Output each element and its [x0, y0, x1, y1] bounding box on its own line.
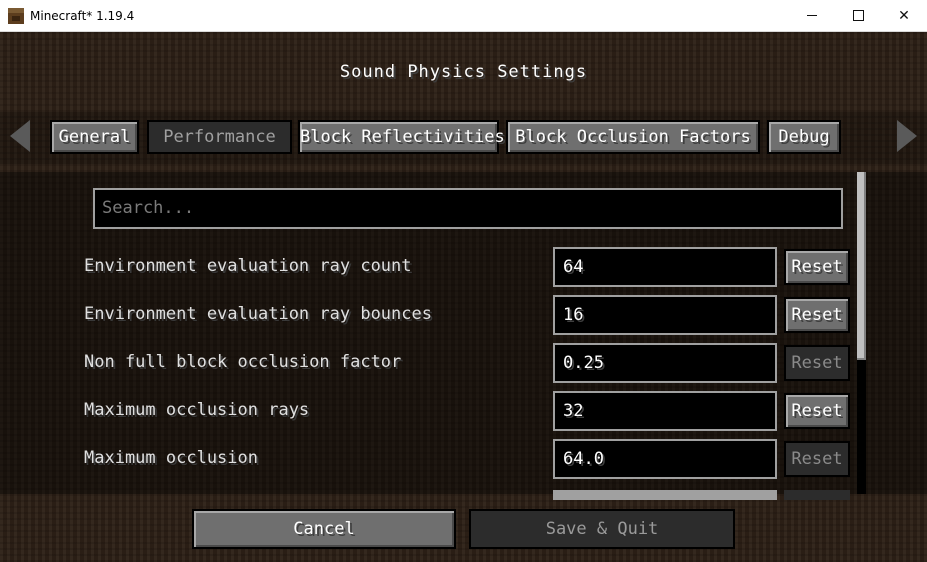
window-titlebar: Minecraft* 1.19.4 ✕ — [0, 0, 927, 32]
reset-button: Reset — [784, 345, 850, 381]
setting-label: Non full block occlusion factor — [84, 352, 402, 372]
arrow-left-icon[interactable] — [10, 120, 30, 152]
tab-performance: Performance — [147, 120, 292, 154]
save-and-quit-button: Save & Quit — [469, 509, 735, 549]
cancel-button[interactable]: Cancel — [192, 509, 456, 549]
reset-button[interactable]: Reset — [784, 297, 850, 333]
close-icon: ✕ — [898, 7, 910, 24]
tab-block-occlusion-factors[interactable]: Block Occlusion Factors — [506, 120, 760, 154]
reset-button-partial — [784, 490, 850, 500]
setting-label: Maximum occlusion — [84, 448, 258, 468]
tab-debug[interactable]: Debug — [767, 120, 841, 154]
window-controls: ✕ — [789, 0, 927, 31]
minecraft-block-icon — [8, 7, 24, 24]
setting-label: Environment evaluation ray bounces — [84, 304, 432, 324]
maximize-icon — [852, 10, 864, 21]
maximize-button[interactable] — [835, 0, 881, 31]
setting-value-field[interactable]: 0.25 — [553, 343, 777, 383]
window-title: Minecraft* 1.19.4 — [30, 8, 135, 23]
setting-value-field[interactable]: 16 — [553, 295, 777, 335]
reset-button[interactable]: Reset — [784, 249, 850, 285]
reset-button: Reset — [784, 441, 850, 477]
setting-value-field-partial[interactable] — [553, 490, 777, 500]
setting-label: Environment evaluation ray count — [84, 256, 412, 276]
settings-screen: Sound Physics Settings General Performan… — [0, 32, 927, 562]
reset-button[interactable]: Reset — [784, 393, 850, 429]
tab-general[interactable]: General — [50, 120, 139, 154]
setting-value-field[interactable]: 64 — [553, 247, 777, 287]
close-button[interactable]: ✕ — [881, 0, 927, 31]
minimize-icon — [807, 15, 817, 16]
screen-title: Sound Physics Settings — [339, 62, 588, 82]
setting-label: Maximum occlusion rays — [84, 400, 310, 420]
search-input[interactable]: Search... — [93, 188, 843, 229]
scrollbar[interactable] — [857, 172, 866, 494]
arrow-right-icon[interactable] — [897, 120, 917, 152]
minimize-button[interactable] — [789, 0, 835, 31]
setting-value-field[interactable]: 32 — [553, 391, 777, 431]
setting-value-field[interactable]: 64.0 — [553, 439, 777, 479]
tab-block-reflectivities[interactable]: Block Reflectivities — [298, 120, 505, 154]
scrollbar-thumb[interactable] — [857, 172, 866, 360]
